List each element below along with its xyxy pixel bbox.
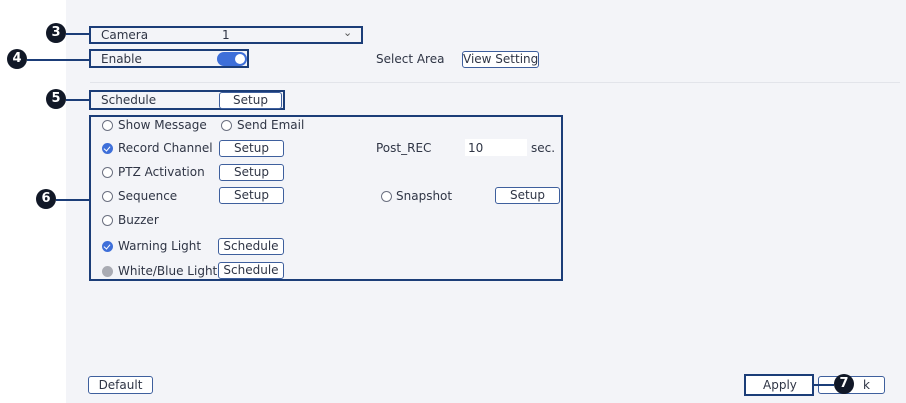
show-message-label: Show Message	[118, 118, 207, 132]
buzzer-radio[interactable]	[102, 215, 113, 226]
callout-line-3	[66, 33, 89, 35]
record-channel-setup-button[interactable]: Setup	[219, 140, 284, 157]
view-setting-button[interactable]: View Setting	[462, 51, 539, 68]
snapshot-label: Snapshot	[396, 189, 453, 203]
callout-line-4	[27, 59, 89, 61]
record-channel-check[interactable]	[102, 143, 113, 154]
show-message-radio[interactable]	[102, 120, 113, 131]
callout-badge-5: 5	[46, 89, 66, 109]
ptz-activation-radio[interactable]	[102, 167, 113, 178]
camera-select-value[interactable]: 1	[222, 28, 230, 42]
enable-toggle[interactable]	[217, 52, 247, 66]
apply-button[interactable]: Apply	[763, 378, 797, 392]
sequence-radio[interactable]	[102, 191, 113, 202]
white-blue-light-label: White/Blue Light	[118, 264, 218, 278]
ptz-activation-setup-button[interactable]: Setup	[219, 164, 284, 181]
send-email-radio[interactable]	[221, 120, 232, 131]
white-blue-light-schedule-button[interactable]: Schedule	[218, 262, 284, 279]
ptz-activation-label: PTZ Activation	[118, 165, 205, 179]
chevron-down-icon[interactable]: ⌄	[343, 26, 352, 39]
enable-label: Enable	[101, 52, 142, 66]
warning-light-label: Warning Light	[118, 239, 202, 253]
callout-line-6	[56, 199, 89, 201]
schedule-label: Schedule	[101, 93, 157, 107]
buzzer-label: Buzzer	[118, 213, 159, 227]
camera-label: Camera	[101, 28, 149, 42]
post-rec-unit: sec.	[531, 141, 556, 155]
default-button[interactable]: Default	[88, 376, 153, 394]
warning-light-check[interactable]	[102, 241, 113, 252]
select-area-label: Select Area	[376, 52, 445, 66]
callout-badge-6: 6	[36, 189, 56, 209]
post-rec-value: 10	[468, 141, 484, 155]
callout-line-7	[814, 384, 834, 386]
post-rec-label: Post_REC	[376, 141, 432, 155]
warning-light-schedule-button[interactable]: Schedule	[218, 238, 284, 255]
snapshot-radio[interactable]	[381, 191, 392, 202]
sequence-setup-button[interactable]: Setup	[219, 187, 284, 204]
sequence-label: Sequence	[118, 189, 178, 203]
record-channel-label: Record Channel	[118, 141, 213, 155]
send-email-label: Send Email	[237, 118, 305, 132]
callout-line-5	[66, 99, 89, 101]
schedule-setup-button[interactable]: Setup	[219, 92, 282, 109]
divider	[90, 82, 900, 83]
callout-badge-3: 3	[46, 23, 66, 43]
snapshot-setup-button[interactable]: Setup	[495, 187, 560, 204]
callout-badge-7: 7	[834, 374, 854, 394]
callout-badge-4: 4	[7, 49, 27, 69]
white-blue-light-radio	[102, 266, 113, 277]
